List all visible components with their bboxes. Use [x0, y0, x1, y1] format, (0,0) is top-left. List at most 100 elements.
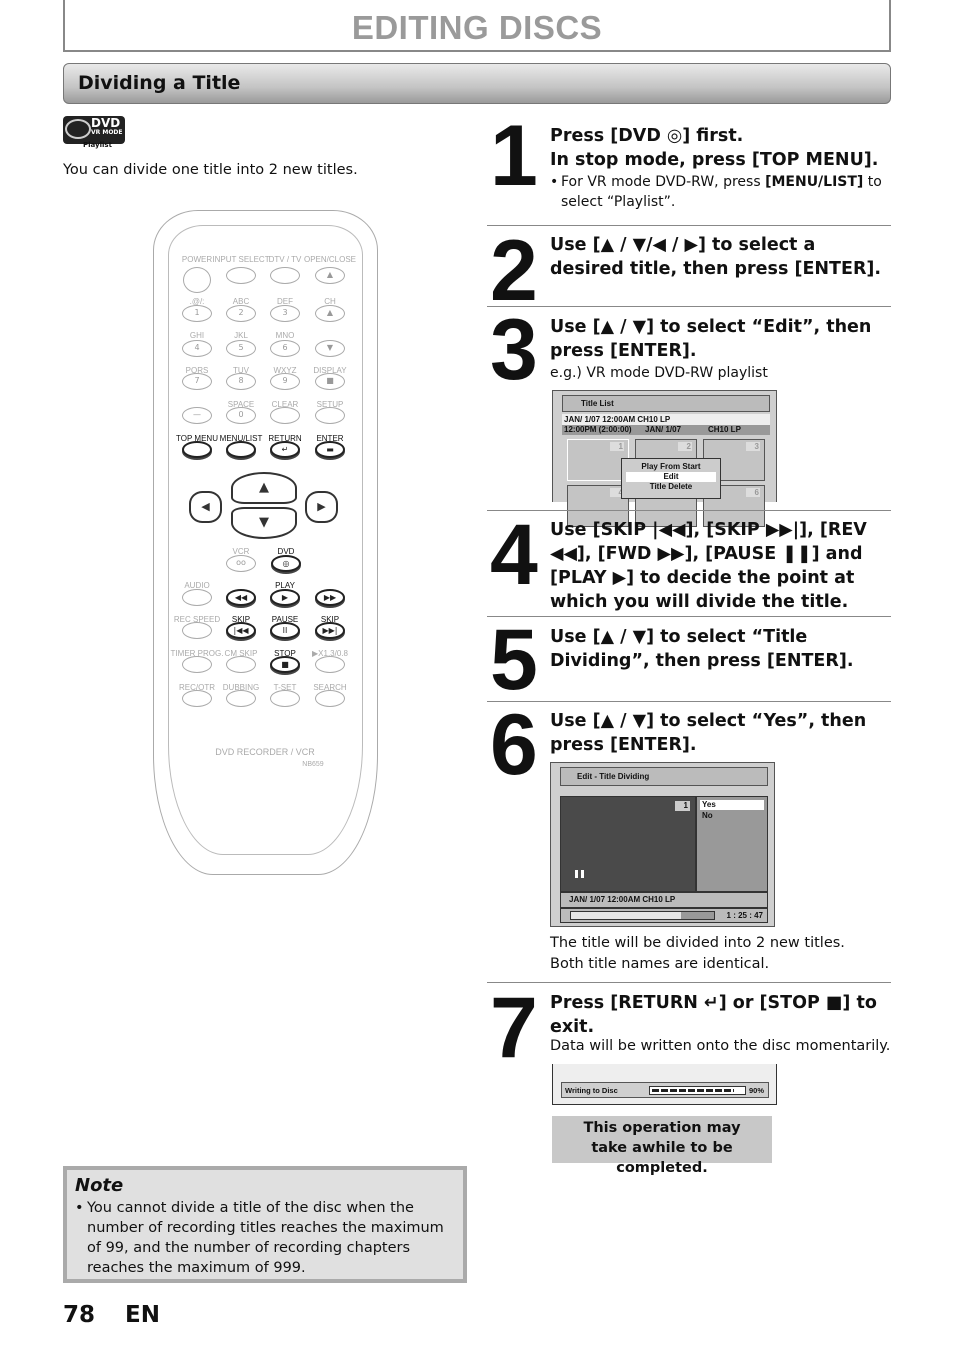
step-example: e.g.) VR mode DVD-RW playlist [550, 365, 768, 381]
option-yes[interactable]: Yes [700, 800, 764, 810]
nav-left-button[interactable]: ◀ [189, 491, 222, 523]
menu-item-title-delete[interactable]: Title Delete [622, 482, 720, 492]
step-heading: Use [▲ / ▼] to select “Yes”, then press … [550, 711, 867, 755]
remote-button-pause[interactable]: II [270, 622, 300, 639]
thumb-number: 2 [678, 442, 692, 451]
dividing-info: JAN/ 1/07 12:00AM CH10 LP [560, 892, 768, 908]
remote-button-btn[interactable]: ◀◀ [226, 589, 256, 606]
remote-button-tuv[interactable]: 8 [226, 373, 256, 390]
thumb-number: 6 [746, 488, 760, 497]
step-text: Data will be written onto the disc momen… [550, 1038, 891, 1054]
remote-button-setup[interactable] [315, 407, 345, 424]
remote-button-btn[interactable]: — [182, 407, 212, 424]
remote-button-btn[interactable]: ▼ [315, 340, 345, 357]
remote-button-abc[interactable]: 2 [226, 305, 256, 322]
remote-button-audio[interactable] [182, 589, 212, 606]
remote-label-dtv-tv: DTV / TV [268, 255, 302, 264]
remote-label-input-select: INPUT SELECT [212, 255, 270, 264]
disc-icon [65, 119, 91, 139]
step-heading: Press [DVD ◎] first. In stop mode, press… [550, 126, 879, 170]
elapsed-time: 1 : 25 : 47 [726, 911, 763, 920]
remote-button-menu-list[interactable] [226, 441, 256, 458]
remote-button-space[interactable]: 0 [226, 407, 256, 424]
menu-item-edit[interactable]: Edit [626, 472, 716, 482]
remote-button-x1-3-0-8[interactable] [315, 656, 345, 673]
divider [487, 982, 891, 983]
remote-button-clear[interactable] [270, 407, 300, 424]
remote-button-return[interactable]: ↵ [270, 441, 300, 458]
remote-label-ghi: GHI [189, 331, 205, 340]
note-bullet: • You cannot divide a title of the disc w… [75, 1200, 444, 1276]
thumb-number: 3 [746, 442, 760, 451]
remote-button-rec-speed[interactable] [182, 622, 212, 639]
remote-button-dubbing[interactable] [226, 690, 256, 707]
remote-button-dvd[interactable]: ◎ [271, 555, 301, 572]
step-heading: Press [RETURN ↵] or [STOP ■] to exit. [550, 993, 877, 1037]
remote-button-vcr[interactable]: oo [226, 555, 256, 572]
remote-button-top-menu[interactable] [182, 441, 212, 458]
remote-button-play[interactable]: ▶ [270, 589, 300, 606]
divider [487, 701, 891, 702]
remote-button-power[interactable] [183, 267, 211, 293]
note-box: Note • You cannot divide a title of the d… [63, 1166, 467, 1283]
remote-button-stop[interactable]: ■ [270, 656, 300, 673]
thumb-number: 1 [675, 801, 690, 811]
remote-button-cm-skip[interactable] [226, 656, 256, 673]
remote-button-btn[interactable]: 1 [182, 305, 212, 322]
video-preview: 1 [560, 796, 696, 892]
divider [487, 306, 891, 307]
remote-button-open-close[interactable]: ▲ [315, 267, 345, 284]
remote-button-dtv-tv[interactable] [270, 267, 300, 284]
nav-down-button[interactable]: ▼ [231, 507, 297, 539]
progress-row: 1 : 25 : 47 [560, 908, 768, 923]
remote-button-enter[interactable]: ▬ [315, 441, 345, 458]
step-note: • For VR mode DVD-RW, press [MENU/LIST] t… [550, 174, 882, 210]
step-number: 4 [490, 507, 538, 603]
title-list-header: Title List [562, 395, 770, 412]
remote-button-rec-otr[interactable] [182, 690, 212, 707]
step-heading: Use [▲ / ▼/◀ / ▶] to select a desired ti… [550, 235, 882, 279]
remote-button-display[interactable]: ■ [315, 373, 345, 390]
step-number: 7 [490, 980, 538, 1076]
step-number: 6 [490, 697, 538, 793]
divider [487, 225, 891, 226]
yes-no-menu: Yes No [696, 796, 768, 892]
remote-label-open-close: OPEN/CLOSE [303, 255, 357, 264]
title-dividing-screen: Edit - Title Dividing 1 Yes No JAN/ 1/07… [550, 762, 775, 927]
remote-button-def[interactable]: 3 [270, 305, 300, 322]
page-header: EDITING DISCS [63, 0, 891, 52]
option-no[interactable]: No [700, 810, 764, 821]
remote-button-t-set[interactable] [270, 690, 300, 707]
menu-item-play-from-start[interactable]: Play From Start [622, 462, 720, 472]
remote-label-power: POWER [181, 255, 213, 264]
remote-button-btn[interactable]: ▶▶ [315, 589, 345, 606]
language-label: EN [125, 1302, 160, 1328]
title-list-screen: Title List JAN/ 1/07 12:00AM CH10 LP 12:… [552, 390, 777, 527]
remote-button-timer-prog[interactable] [182, 656, 212, 673]
remote-button-mno[interactable]: 6 [270, 340, 300, 357]
remote-button-search[interactable] [315, 690, 345, 707]
title-thumbnail[interactable]: 1 [567, 439, 629, 481]
context-menu: Play From Start Edit Title Delete [621, 458, 721, 499]
remote-label-jkl: JKL [234, 331, 248, 340]
title-detail-row: 12:00PM (2:00:00) JAN/ 1/07 CH10 LP [562, 425, 770, 435]
nav-right-button[interactable]: ▶ [305, 491, 338, 523]
remote-button-input-select[interactable] [226, 267, 256, 284]
remote-button-pqrs[interactable]: 7 [182, 373, 212, 390]
remote-button-ghi[interactable]: 4 [182, 340, 212, 357]
remote-button-wxyz[interactable]: 9 [270, 373, 300, 390]
remote-button-skip[interactable]: |◀◀ [226, 622, 256, 639]
step-heading: Use [▲ / ▼] to select “Edit”, then press… [550, 317, 872, 361]
badge-caption: Playlist [83, 141, 112, 149]
dvd-rw-vr-badge: DVD VR MODE [63, 116, 125, 144]
step-heading: Use [▲ / ▼] to select “Title Dividing”, … [550, 627, 854, 671]
dividing-progress-bar[interactable] [570, 911, 715, 920]
dvd-logo-text: DVD [91, 116, 121, 130]
remote-button-jkl[interactable]: 5 [226, 340, 256, 357]
intro-text: You can divide one title into 2 new titl… [63, 162, 358, 178]
page-number: 78 [63, 1302, 96, 1328]
nav-up-button[interactable]: ▲ [231, 472, 297, 504]
remote-button-ch[interactable]: ▲ [315, 305, 345, 322]
remote-button-skip[interactable]: ▶▶| [315, 622, 345, 639]
writing-screen: Writing to Disc 90% [552, 1064, 777, 1105]
